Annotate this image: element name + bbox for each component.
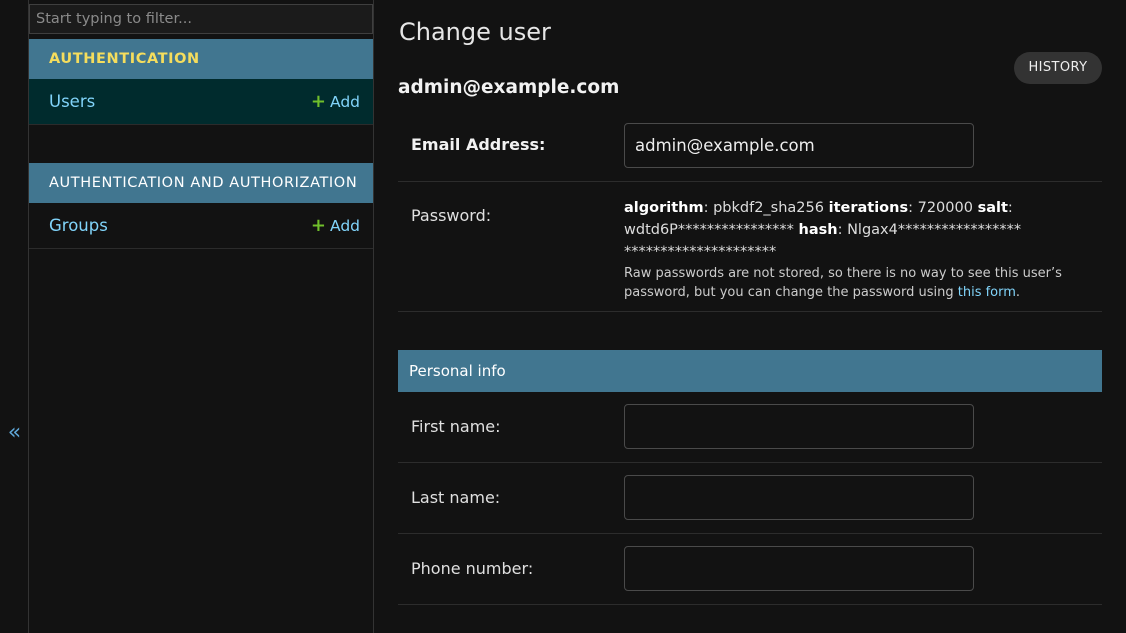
nav-filter-input[interactable] — [29, 4, 373, 34]
add-group-link[interactable]: + Add — [311, 203, 360, 249]
form-row-last-name: Last name: — [398, 463, 1102, 534]
add-user-label: Add — [329, 93, 360, 111]
last-name-label: Last name: — [411, 488, 501, 507]
password-hash-summary: algorithm: pbkdf2_sha256 iterations: 720… — [624, 197, 1024, 263]
sidebar-item-groups: Groups + Add — [29, 203, 373, 249]
sidebar-toggle-column: « — [0, 0, 29, 633]
groups-link[interactable]: Groups — [49, 203, 108, 249]
algorithm-value: : pbkdf2_sha256 — [703, 200, 829, 216]
hash-key: hash — [798, 222, 838, 238]
iterations-value: : 720000 — [908, 200, 978, 216]
sidebar-item-users: Users + Add — [29, 79, 373, 125]
form-row-phone-number: Phone number: — [398, 534, 1102, 605]
add-group-label: Add — [329, 217, 360, 235]
module-header-auth-and-authorization[interactable]: AUTHENTICATION AND AUTHORIZATION — [29, 163, 373, 203]
last-name-field[interactable] — [624, 475, 974, 520]
plus-icon: + — [310, 215, 326, 236]
form-row-password: Password: algorithm: pbkdf2_sha256 itera… — [398, 182, 1102, 312]
page-title: Change user — [399, 18, 551, 46]
email-label: Email Address: — [411, 135, 546, 154]
password-label: Password: — [411, 206, 492, 225]
sidebar-nav: AUTHENTICATION Users +Add AUTHENTICATION… — [29, 0, 374, 633]
history-button[interactable]: HISTORY — [1014, 52, 1102, 84]
plus-icon: + — [310, 91, 326, 112]
change-password-link[interactable]: this form — [958, 285, 1016, 300]
phone-number-field[interactable] — [624, 546, 974, 591]
phone-number-label: Phone number: — [411, 559, 534, 578]
fieldset-header-personal-info: Personal info — [398, 350, 1102, 392]
password-help-text: Raw passwords are not stored, so there i… — [624, 264, 1064, 302]
add-user-link[interactable]: + Add — [311, 79, 360, 125]
first-name-field[interactable] — [624, 404, 974, 449]
form-row-first-name: First name: — [398, 392, 1102, 463]
module-header-authentication[interactable]: AUTHENTICATION — [29, 39, 373, 79]
algorithm-key: algorithm — [624, 200, 704, 216]
object-name: admin@example.com — [398, 77, 620, 98]
salt-key: salt — [977, 200, 1008, 216]
email-field[interactable] — [624, 123, 974, 168]
password-help-end: . — [1015, 285, 1021, 300]
users-link[interactable]: Users — [49, 79, 95, 125]
first-name-label: First name: — [411, 417, 501, 436]
collapse-sidebar-icon[interactable]: « — [0, 418, 29, 448]
form-row-email: Email Address: — [398, 112, 1102, 182]
main-content: Change user HISTORY admin@example.com Em… — [374, 0, 1126, 633]
iterations-key: iterations — [828, 200, 909, 216]
